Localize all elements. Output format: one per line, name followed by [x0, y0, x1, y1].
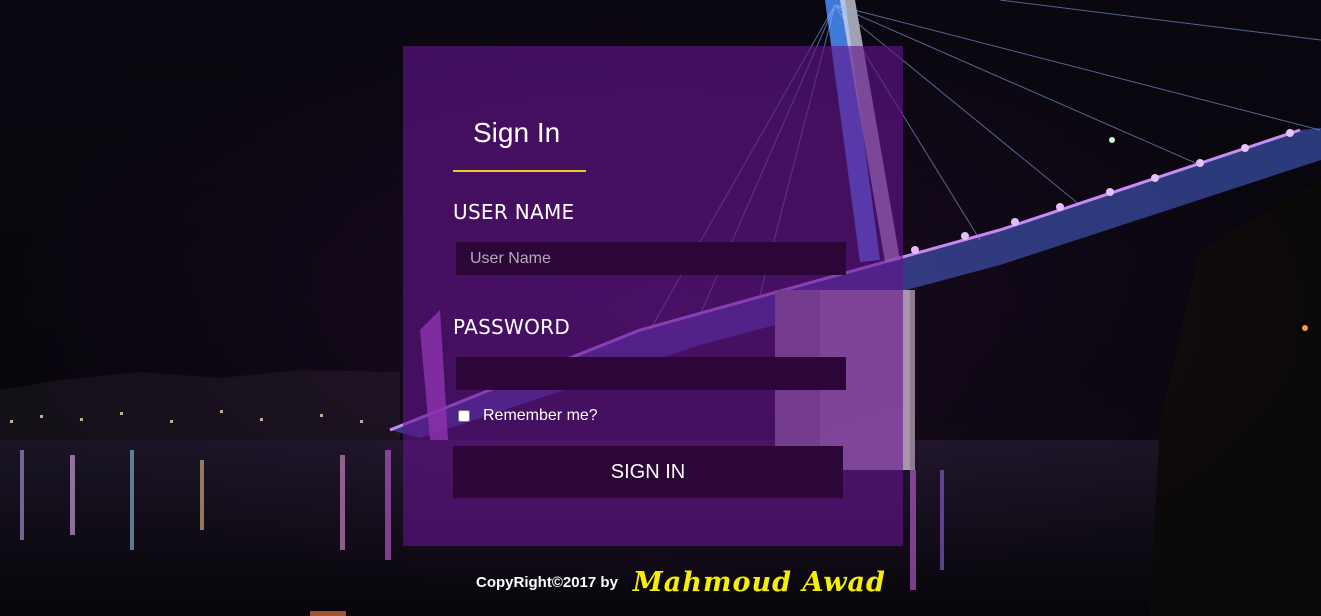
- login-panel: Sign In USER NAME PASSWORD Remember me? …: [403, 46, 903, 546]
- username-label: USER NAME: [453, 200, 575, 224]
- page-background: Sign In USER NAME PASSWORD Remember me? …: [0, 0, 1321, 616]
- copyright-text: CopyRight©2017 by: [476, 573, 618, 591]
- title-underline: [453, 170, 586, 172]
- remember-me-label: Remember me?: [483, 407, 598, 424]
- author-name: Mahmoud Awad: [632, 566, 886, 598]
- remember-me-checkbox[interactable]: [458, 410, 470, 422]
- footer: CopyRight©2017 by Mahmoud Awad: [476, 562, 886, 602]
- username-input[interactable]: [456, 242, 846, 275]
- page-title: Sign In: [473, 117, 561, 148]
- password-label: PASSWORD: [453, 315, 571, 339]
- sign-in-button[interactable]: SIGN IN: [453, 446, 843, 498]
- remember-me-row[interactable]: Remember me?: [456, 407, 598, 425]
- bottom-edge-strip: [310, 611, 346, 616]
- password-input[interactable]: [456, 357, 846, 390]
